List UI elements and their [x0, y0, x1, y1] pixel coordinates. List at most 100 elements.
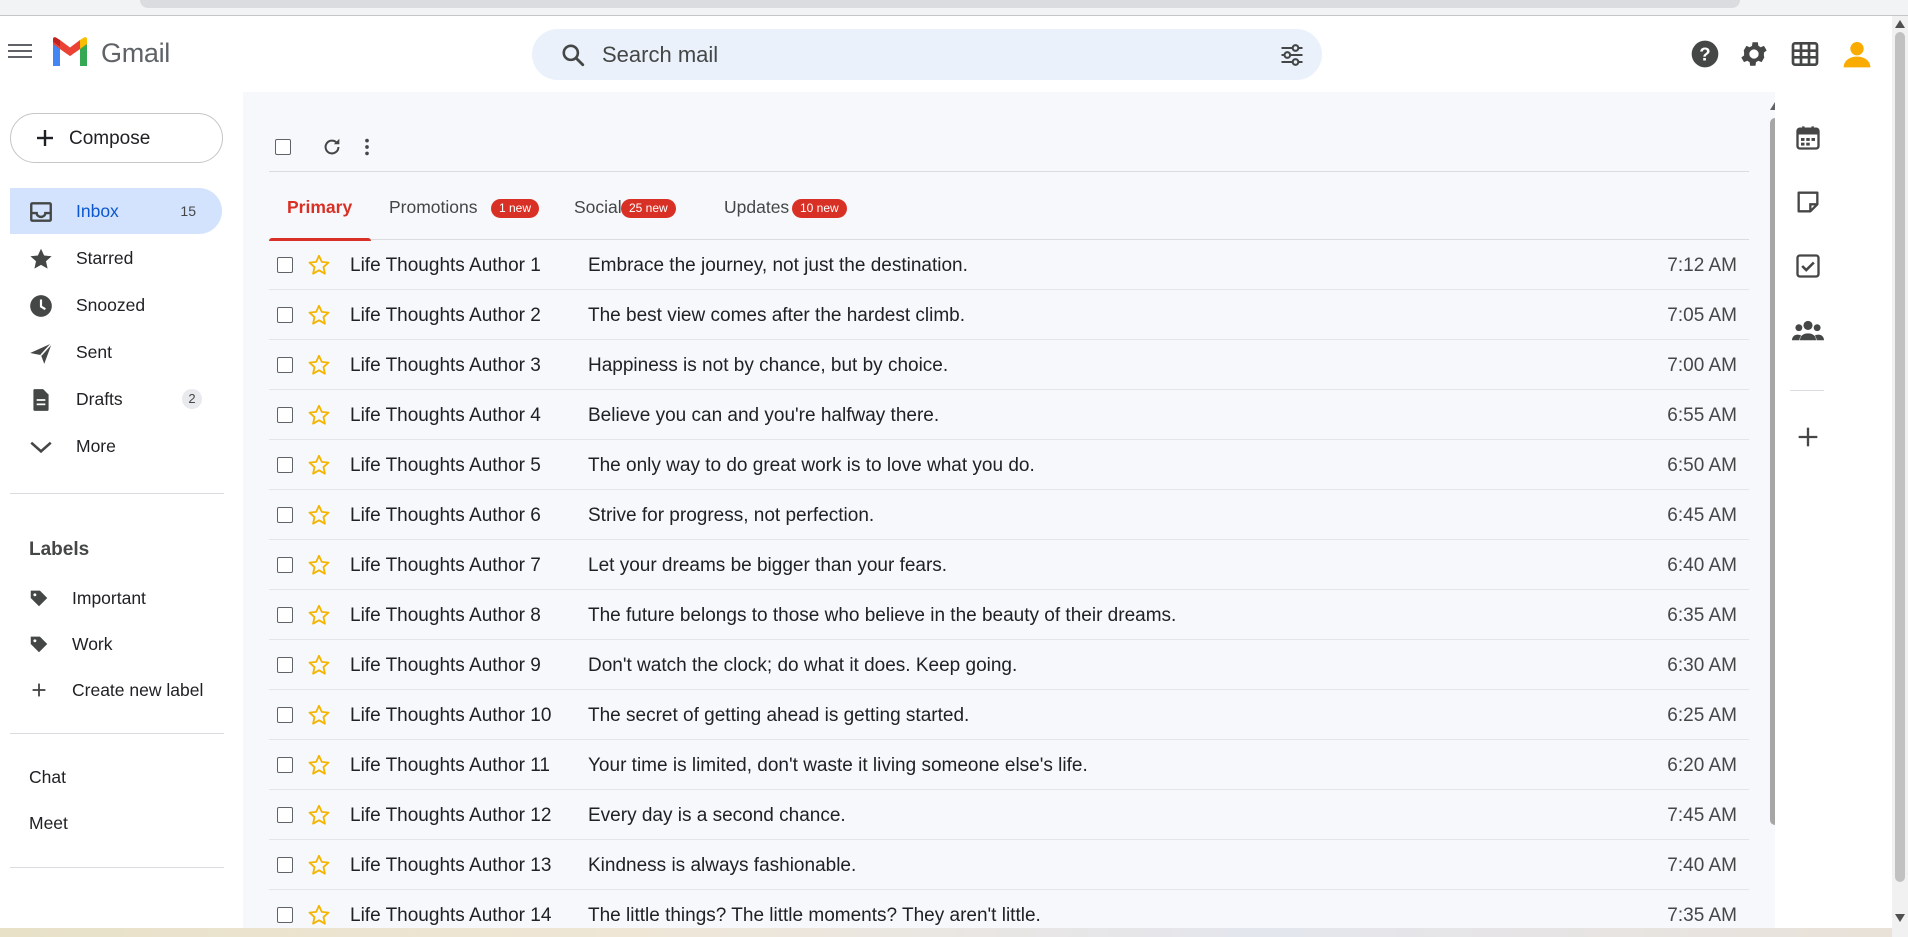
account-avatar-icon[interactable] — [1841, 38, 1873, 70]
row-select-checkbox[interactable] — [277, 657, 293, 673]
google-apps-grid-icon[interactable] — [1789, 38, 1821, 70]
email-sender: Life Thoughts Author 7 — [350, 555, 541, 576]
star-toggle-icon[interactable] — [307, 453, 331, 477]
tasks-icon[interactable] — [1794, 252, 1822, 280]
star-toggle-icon[interactable] — [307, 553, 331, 577]
table-row[interactable]: Life Thoughts Author 10 The secret of get… — [269, 690, 1749, 740]
compose-button[interactable]: Compose — [10, 113, 223, 163]
row-select-checkbox[interactable] — [277, 757, 293, 773]
row-select-checkbox[interactable] — [277, 857, 293, 873]
sidebar-divider — [10, 733, 224, 734]
row-select-checkbox[interactable] — [277, 357, 293, 373]
keep-notes-icon[interactable] — [1794, 188, 1822, 216]
contacts-icon[interactable] — [1792, 316, 1824, 344]
search-icon[interactable] — [560, 42, 586, 68]
new-count-badge: 1 new — [491, 199, 540, 218]
table-row[interactable]: Life Thoughts Author 5 The only way to do… — [269, 440, 1749, 490]
star-toggle-icon[interactable] — [307, 603, 331, 627]
search-filter-options-icon[interactable] — [1278, 41, 1306, 69]
table-row[interactable]: Life Thoughts Author 6 Strive for progres… — [269, 490, 1749, 540]
sidebar-item-drafts[interactable]: Drafts 2 — [10, 376, 222, 422]
email-sender: Life Thoughts Author 13 — [350, 855, 552, 876]
star-toggle-icon[interactable] — [307, 353, 331, 377]
star-toggle-icon[interactable] — [307, 503, 331, 527]
email-sender: Life Thoughts Author 2 — [350, 305, 541, 326]
row-select-checkbox[interactable] — [277, 707, 293, 723]
settings-gear-icon[interactable] — [1738, 38, 1770, 70]
row-select-checkbox[interactable] — [277, 807, 293, 823]
email-sender: Life Thoughts Author 8 — [350, 605, 541, 626]
chat-link[interactable]: Chat — [29, 767, 66, 788]
table-row[interactable]: Life Thoughts Author 7 Let your dreams be… — [269, 540, 1749, 590]
star-icon — [30, 248, 52, 269]
row-select-checkbox[interactable] — [277, 407, 293, 423]
star-toggle-icon[interactable] — [307, 403, 331, 427]
tab-social[interactable]: Social 25 new — [556, 172, 706, 240]
tab-promotions[interactable]: Promotions 1 new — [371, 172, 556, 240]
label-item-work[interactable]: Work — [10, 623, 222, 663]
tab-label: Primary — [287, 197, 353, 217]
email-time: 7:45 AM — [1667, 805, 1737, 826]
main-menu-button[interactable] — [8, 40, 32, 64]
email-subject: Strive for progress, not perfection. — [588, 505, 875, 526]
label-item-important[interactable]: Important — [10, 577, 222, 617]
more-options-vertical-icon[interactable] — [356, 136, 378, 158]
star-toggle-icon[interactable] — [307, 903, 331, 927]
star-toggle-icon[interactable] — [307, 253, 331, 277]
row-select-checkbox[interactable] — [277, 607, 293, 623]
row-select-checkbox[interactable] — [277, 307, 293, 323]
email-sender: Life Thoughts Author 9 — [350, 655, 541, 676]
inbox-icon — [30, 202, 52, 222]
sidebar-item-inbox[interactable]: Inbox 15 — [10, 188, 222, 234]
gmail-logo-icon[interactable] — [50, 36, 90, 66]
page-scrollbar[interactable] — [1892, 16, 1908, 937]
star-toggle-icon[interactable] — [307, 853, 331, 877]
meet-link[interactable]: Meet — [29, 813, 68, 834]
mail-toolbar — [269, 92, 1749, 172]
scroll-down-arrow-icon[interactable] — [1895, 914, 1905, 922]
tab-primary[interactable]: Primary — [269, 172, 371, 241]
table-row[interactable]: Life Thoughts Author 1 Embrace the journe… — [269, 240, 1749, 290]
table-row[interactable]: Life Thoughts Author 9 Don't watch the cl… — [269, 640, 1749, 690]
hamburger-line — [8, 49, 32, 53]
send-icon — [30, 342, 53, 364]
email-time: 7:00 AM — [1667, 355, 1737, 376]
row-select-checkbox[interactable] — [277, 507, 293, 523]
scrollbar-thumb[interactable] — [1895, 32, 1905, 882]
sidebar-item-starred[interactable]: Starred — [10, 235, 222, 281]
table-row[interactable]: Life Thoughts Author 12 Every day is a se… — [269, 790, 1749, 840]
star-toggle-icon[interactable] — [307, 753, 331, 777]
sidebar-item-snoozed[interactable]: Snoozed — [10, 282, 222, 328]
star-toggle-icon[interactable] — [307, 303, 331, 327]
side-panel-divider — [1790, 390, 1824, 391]
table-row[interactable]: Life Thoughts Author 3 Happiness is not b… — [269, 340, 1749, 390]
row-select-checkbox[interactable] — [277, 457, 293, 473]
table-row[interactable]: Life Thoughts Author 13 Kindness is alway… — [269, 840, 1749, 890]
app-brand-name[interactable]: Gmail — [101, 38, 170, 69]
row-select-checkbox[interactable] — [277, 257, 293, 273]
row-select-checkbox[interactable] — [277, 557, 293, 573]
select-all-checkbox[interactable] — [275, 139, 291, 155]
table-row[interactable]: Life Thoughts Author 11 Your time is limi… — [269, 740, 1749, 790]
sidebar-item-sent[interactable]: Sent — [10, 329, 222, 375]
row-select-checkbox[interactable] — [277, 907, 293, 923]
star-toggle-icon[interactable] — [307, 653, 331, 677]
table-row[interactable]: Life Thoughts Author 2 The best view come… — [269, 290, 1749, 340]
label-item-text: Important — [72, 588, 146, 608]
help-icon[interactable]: ? — [1689, 38, 1721, 70]
sidebar-item-more[interactable]: More — [10, 423, 222, 469]
table-row[interactable]: Life Thoughts Author 4 Believe you can an… — [269, 390, 1749, 440]
search-input[interactable] — [602, 38, 1222, 72]
table-row[interactable]: Life Thoughts Author 8 The future belongs… — [269, 590, 1749, 640]
hamburger-line — [8, 43, 32, 47]
search-bar[interactable] — [532, 29, 1322, 80]
refresh-icon[interactable] — [321, 136, 343, 158]
star-toggle-icon[interactable] — [307, 703, 331, 727]
hamburger-line — [8, 55, 32, 59]
tab-updates[interactable]: Updates 10 new — [706, 172, 876, 240]
create-new-label-button[interactable]: Create new label — [10, 669, 222, 709]
scroll-up-arrow-icon[interactable] — [1895, 20, 1905, 28]
star-toggle-icon[interactable] — [307, 803, 331, 827]
add-addon-icon[interactable] — [1794, 423, 1822, 451]
calendar-icon[interactable] — [1794, 124, 1822, 152]
